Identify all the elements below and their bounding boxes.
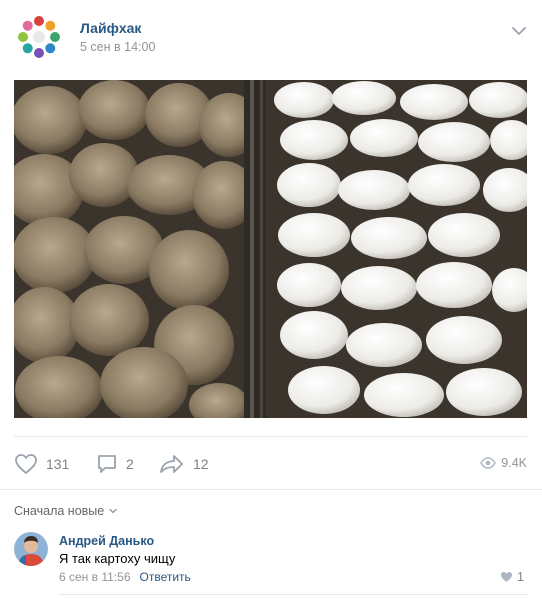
post-date[interactable]: 5 сен в 14:00 [80, 40, 155, 54]
avatar[interactable] [14, 532, 48, 566]
group-logo-icon [14, 12, 64, 62]
comments-sort-toggle[interactable]: Сначала новые [14, 504, 118, 518]
share-arrow-icon [160, 455, 183, 473]
comment-button[interactable]: 2 [96, 453, 134, 475]
heart-icon [15, 454, 37, 474]
comment-text: Я так картоху чищу [59, 551, 176, 566]
views-count: 9.4K [501, 456, 527, 470]
share-button[interactable]: 12 [159, 453, 209, 475]
comment-date[interactable]: 6 сен в 11:56 [59, 570, 131, 584]
reply-link[interactable]: Ответить [140, 570, 191, 584]
comment-like-count: 1 [517, 570, 524, 584]
group-avatar[interactable] [14, 12, 64, 62]
like-button[interactable]: 131 [14, 453, 69, 475]
chevron-down-icon [109, 508, 117, 514]
like-count: 131 [46, 456, 70, 472]
comment-author[interactable]: Андрей Данько [59, 534, 154, 548]
comments-section: Сначала новые Андрей Данько Я так картох… [0, 489, 542, 598]
comment-meta: 6 сен в 11:56 Ответить [59, 570, 191, 584]
comments-sort-label: Сначала новые [14, 504, 105, 518]
comment-divider [59, 594, 528, 595]
post-header: Лайфхак 5 сен в 14:00 [14, 12, 528, 64]
chevron-down-icon[interactable] [510, 22, 528, 40]
user-avatar-icon [14, 532, 48, 566]
heart-icon [501, 572, 513, 582]
comment-count: 2 [126, 456, 134, 472]
share-count: 12 [193, 456, 209, 472]
group-name[interactable]: Лайфхак [80, 20, 141, 36]
post-action-bar: 131 2 12 9.4K [14, 436, 527, 488]
comment-icon [98, 455, 116, 473]
views-counter: 9.4K [480, 456, 527, 470]
comment-item: Андрей Данько Я так картоху чищу 6 сен в… [14, 532, 528, 594]
comment-like-button[interactable]: 1 [500, 570, 524, 584]
eye-icon [480, 457, 497, 469]
post-photo[interactable] [14, 80, 527, 418]
sheep-photo [14, 80, 527, 418]
